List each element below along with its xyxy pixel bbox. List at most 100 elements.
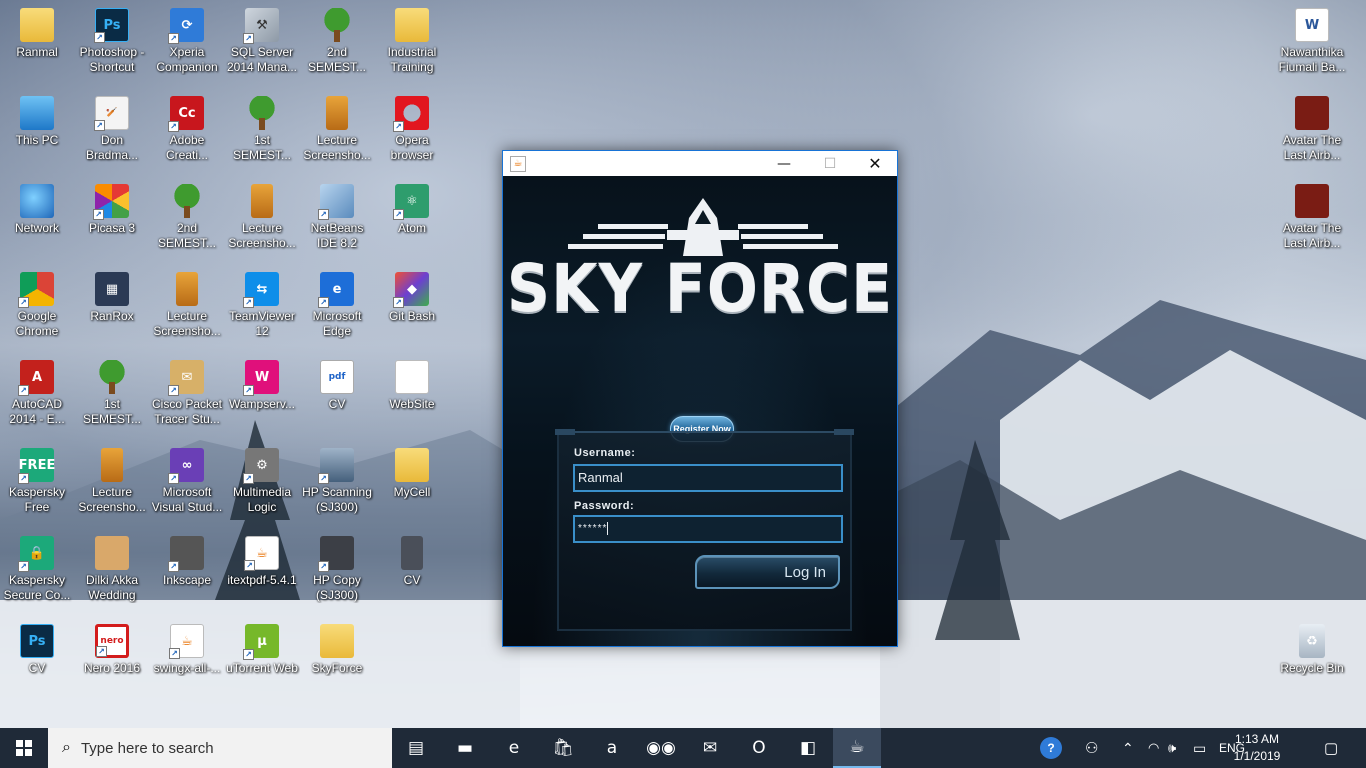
desktop-icon-nero[interactable]: nero ↗ Nero 2016 (75, 618, 149, 700)
desktop-icon-cv2[interactable]: CV (375, 530, 449, 612)
people-icon[interactable]: ⚇ (1085, 728, 1098, 768)
desktop-icon-1stsem1[interactable]: 1st SEMEST... (225, 90, 299, 172)
shortcut-arrow-icon: ↗ (393, 209, 404, 220)
desktop-icon-multimedia[interactable]: ⚙ ↗ Multimedia Logic (225, 442, 299, 524)
desktop-icon-autocad[interactable]: A ↗ AutoCAD 2014 - E... (0, 354, 74, 436)
desktop-icon-chrome[interactable]: ↗ Google Chrome (0, 266, 74, 348)
taskbar-app-explorer[interactable]: ▬ (441, 728, 489, 768)
desktop-icon-kassecure[interactable]: 🔒 ↗ Kaspersky Secure Co... (0, 530, 74, 612)
volume-icon[interactable]: 🕪 (1168, 728, 1176, 768)
desktop-icon-adobe[interactable]: Cc ↗ Adobe Creati... (150, 90, 224, 172)
desktop-icon-utorrent[interactable]: µ ↗ uTorrent Web (225, 618, 299, 700)
inkscape-icon: ↗ (168, 536, 204, 572)
film-icon: ▦ (95, 272, 129, 306)
help-tray-icon[interactable]: ? (1040, 728, 1062, 768)
desktop-icon-lecture4[interactable]: Lecture Screensho... (75, 442, 149, 524)
login-screen: SKY FORCE Register Now Username: Ranmal … (503, 176, 897, 646)
desktop-icon-lecture2[interactable]: Lecture Screensho... (225, 178, 299, 260)
desktop-icon-label: Avatar The Last Airb... (1282, 221, 1342, 250)
desktop-icon-recyclebin[interactable]: ♻ Recycle Bin (1275, 618, 1349, 700)
icon-glyph: ⚛ (406, 193, 418, 209)
shortcut-arrow-icon: ↗ (94, 32, 105, 43)
desktop-icon-website[interactable]: WebSite (375, 354, 449, 436)
taskbar-app-mail[interactable]: ✉ (686, 728, 734, 768)
chevron-up-icon[interactable]: ⌃ (1122, 728, 1134, 768)
desktop-icon-wamp[interactable]: W ↗ Wampserv... (225, 354, 299, 436)
clock[interactable]: 1:13 AM 1/1/2019 (1224, 731, 1290, 765)
desktop-icon-avatar2[interactable]: Avatar The Last Airb... (1275, 178, 1349, 260)
taskbar-app-tripadvisor[interactable]: ◉◉ (637, 728, 685, 768)
taskbar-app-opera[interactable]: O (735, 728, 783, 768)
desktop-icon-thispc[interactable]: This PC (0, 90, 74, 172)
notifications-icon[interactable]: ▢ (1324, 728, 1338, 768)
photoshop-icon: Ps ↗ (94, 8, 129, 43)
desktop-icon-teamviewer[interactable]: ⇆ ↗ TeamViewer 12 (225, 266, 299, 348)
login-button[interactable]: Log In (695, 555, 840, 589)
shortcut-arrow-icon: ↗ (318, 473, 329, 484)
folder-icon (395, 448, 429, 482)
desktop-icon-1stsem2[interactable]: 1st SEMEST... (75, 354, 149, 436)
shortcut-arrow-icon: ↗ (318, 561, 329, 572)
desktop-icon-cisco[interactable]: ✉ ↗ Cisco Packet Tracer Stu... (150, 354, 224, 436)
desktop-icon-nawanthika[interactable]: W Nawanthika Fiumali Ba... (1275, 2, 1349, 84)
desktop-icon-atom[interactable]: ⚛ ↗ Atom (375, 178, 449, 260)
taskbar-app-netbeans[interactable]: ◧ (784, 728, 832, 768)
desktop-icon-itextpdf[interactable]: ☕ ↗ itextpdf-5.4.1 (225, 530, 299, 612)
desktop-icon-label: CV (403, 573, 421, 587)
desktop-icon-label: Opera browser (390, 133, 434, 162)
desktop-icon-lecture1[interactable]: Lecture Screensho... (300, 90, 374, 172)
desktop-icon-sqlserver[interactable]: ⚒ ↗ SQL Server 2014 Mana... (225, 2, 299, 84)
close-button[interactable]: ✕ (852, 151, 898, 176)
desktop-icon-don[interactable]: 🏏 ↗ Don Bradma... (75, 90, 149, 172)
username-field[interactable]: Ranmal (573, 464, 843, 492)
taskbar-app-store[interactable]: 🛍 (539, 728, 587, 768)
desktop-icon-label: MyCell (393, 485, 431, 499)
desktop-icon-skyforce[interactable]: SkyForce (300, 618, 374, 700)
shortcut-arrow-icon: ↗ (168, 561, 179, 572)
tree-icon (95, 360, 129, 394)
desktop-icon-lecture3[interactable]: Lecture Screensho... (150, 266, 224, 348)
shortcut-arrow-icon: ↗ (169, 648, 180, 659)
desktop-icon-label: CV (328, 397, 346, 411)
desktop-icon-2ndsem2[interactable]: 2nd SEMEST... (150, 178, 224, 260)
desktop-icon-hpscan[interactable]: ↗ HP Scanning (SJ300) (300, 442, 374, 524)
desktop-icon-msvs[interactable]: ∞ ↗ Microsoft Visual Stud... (150, 442, 224, 524)
desktop-icon-xperia[interactable]: ⟳ ↗ Xperia Companion (150, 2, 224, 84)
desktop-icon-opera[interactable]: ↗ Opera browser (375, 90, 449, 172)
desktop-icon-dilki[interactable]: Dilki Akka Wedding (75, 530, 149, 612)
taskbar-app-taskview[interactable]: ▤ (392, 728, 440, 768)
window-titlebar[interactable]: ☕ — ☐ ✕ (503, 151, 897, 176)
desktop-icon-mycell[interactable]: MyCell (375, 442, 449, 524)
taskbar-app-edge[interactable]: e (490, 728, 538, 768)
desktop-icon-cvpsd[interactable]: Ps CV (0, 618, 74, 700)
taskbar-app-java[interactable]: ☕ (833, 728, 881, 768)
desktop-icon-inkscape[interactable]: ↗ Inkscape (150, 530, 224, 612)
maximize-button[interactable]: ☐ (807, 151, 853, 176)
desktop-icon-kasfree[interactable]: FREE ↗ Kaspersky Free (0, 442, 74, 524)
desktop-icon-swingx[interactable]: ☕ ↗ swingx-all-... (150, 618, 224, 700)
desktop-icon-gitbash[interactable]: ◆ ↗ Git Bash (375, 266, 449, 348)
desktop-icon-label: WebSite (389, 397, 435, 411)
desktop-icon-ranrox[interactable]: ▦ RanRox (75, 266, 149, 348)
shortcut-arrow-icon: ↗ (243, 385, 254, 396)
battery-icon[interactable]: ▭ (1193, 728, 1206, 768)
desktop-icon-picasa[interactable]: ↗ Picasa 3 (75, 178, 149, 260)
tree-icon (170, 184, 204, 218)
desktop-icon-cvpdf[interactable]: pdf CV (300, 354, 374, 436)
password-field[interactable]: ****** (573, 515, 843, 543)
desktop-icon-photoshop[interactable]: Ps ↗ Photoshop - Shortcut (75, 2, 149, 84)
taskbar-search-box[interactable]: ⌕ Type here to search (48, 728, 392, 768)
desktop-icon-network[interactable]: Network (0, 178, 74, 260)
start-button[interactable] (0, 728, 48, 768)
desktop-icon-avatar1[interactable]: Avatar The Last Airb... (1275, 90, 1349, 172)
desktop-icon-industrial[interactable]: Industrial Training (375, 2, 449, 84)
taskbar-app-amazon[interactable]: a (588, 728, 636, 768)
desktop-icon-netbeans[interactable]: ↗ NetBeans IDE 8.2 (300, 178, 374, 260)
desktop-icon-2ndsem1[interactable]: 2nd SEMEST... (300, 2, 374, 84)
desktop-icon-edge[interactable]: e ↗ Microsoft Edge (300, 266, 374, 348)
desktop-icon-ranmal[interactable]: Ranmal (0, 2, 74, 84)
wifi-icon[interactable]: ◠ (1148, 728, 1159, 768)
autocad-icon: A ↗ (18, 360, 54, 396)
minimize-button[interactable]: — (761, 151, 807, 176)
desktop-icon-hpcopy[interactable]: ↗ HP Copy (SJ300) (300, 530, 374, 612)
